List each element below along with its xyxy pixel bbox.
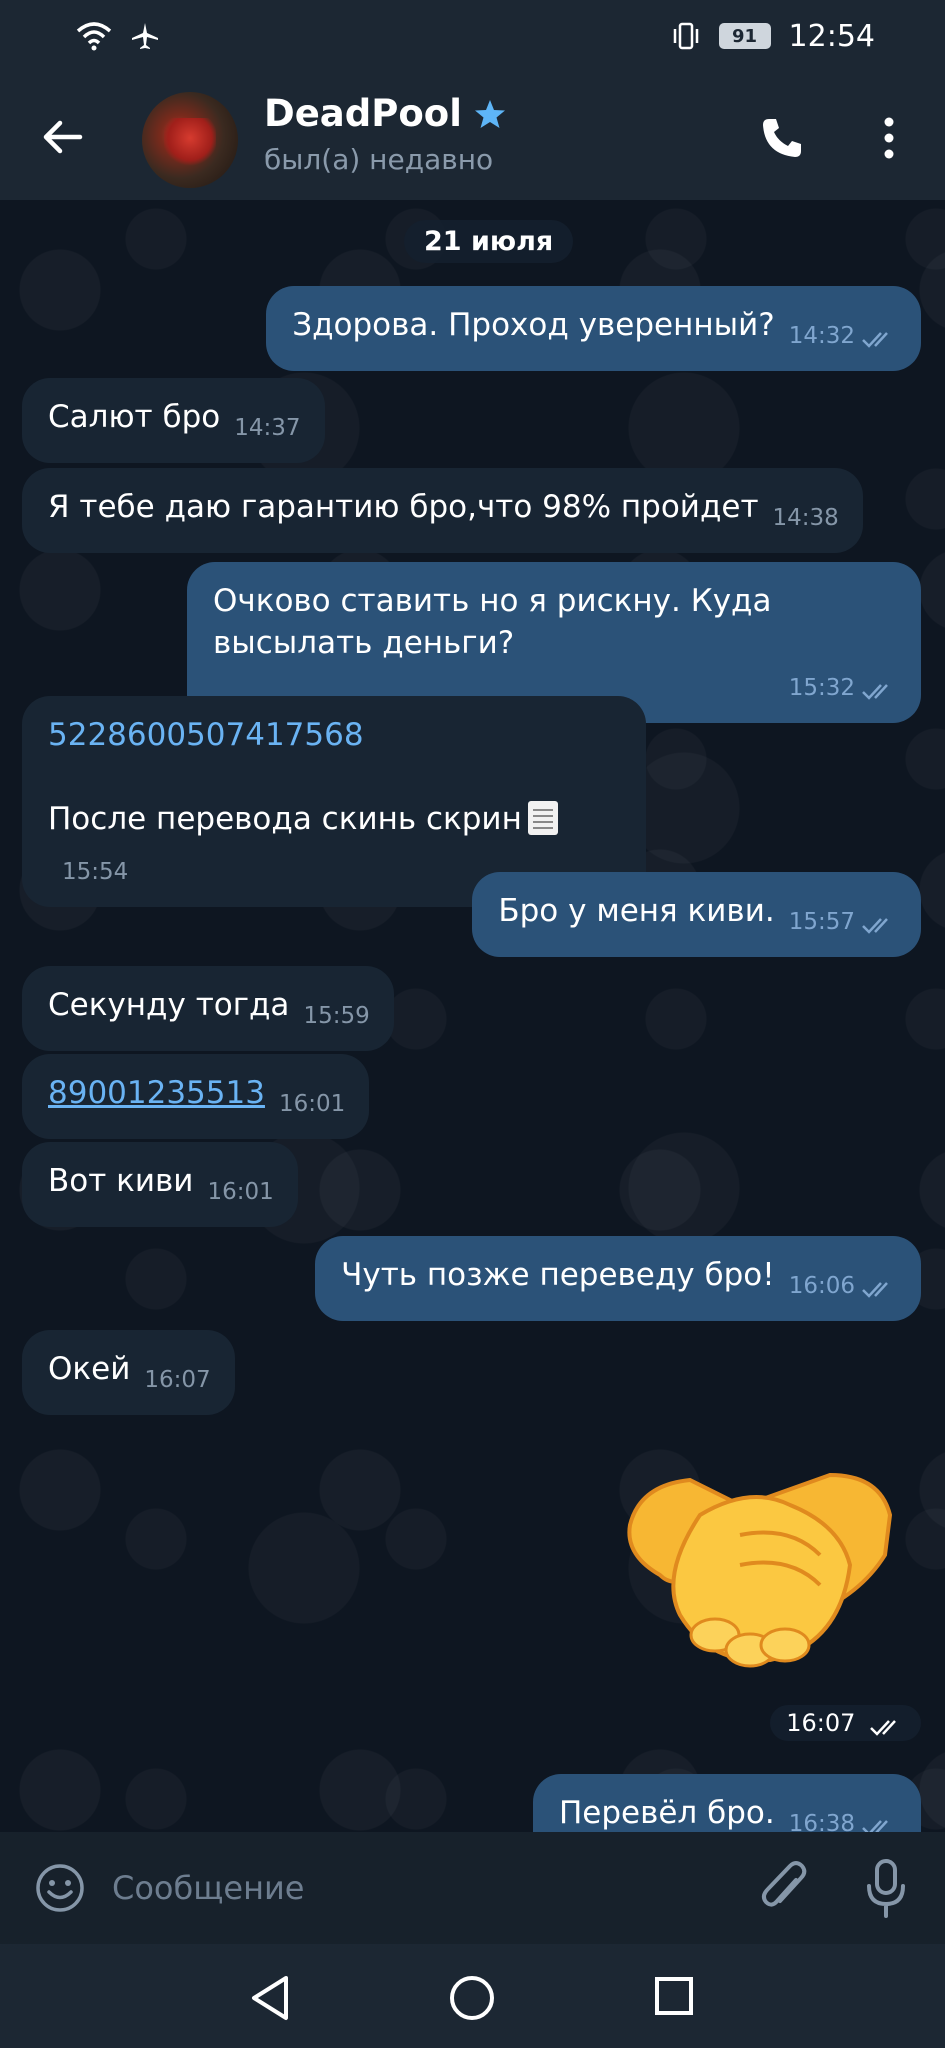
message-time: 14:38 (772, 505, 839, 531)
message-time: 16:07 (144, 1367, 211, 1393)
message-time: 16:07 (786, 1709, 856, 1737)
message-time: 14:37 (234, 415, 301, 441)
sticker-time: 16:07 (770, 1705, 921, 1741)
message-time: 15:32 (788, 675, 855, 701)
message-text: Вот киви (48, 1163, 194, 1199)
message-incoming[interactable]: Вот киви 16:01 (22, 1142, 298, 1227)
message-time: 15:54 (62, 859, 129, 885)
double-check-icon (870, 1720, 896, 1736)
premium-star-icon (474, 99, 505, 128)
battery-icon: 91 (718, 23, 771, 49)
message-time: 15:57 (788, 909, 855, 935)
message-text: Секунду тогда (48, 987, 290, 1023)
message-outgoing[interactable]: Бро у меня киви. 15:57 (472, 872, 921, 957)
contact-last-seen: был(а) недавно (264, 143, 494, 176)
message-text: После перевода скинь скрин (48, 801, 522, 837)
message-text: Здорова. Проход уверенный? (292, 307, 775, 343)
message-text: Окей (48, 1351, 131, 1387)
double-check-icon (862, 1282, 888, 1298)
wifi-icon (76, 22, 112, 51)
nav-back-icon[interactable] (248, 1974, 292, 2022)
avatar[interactable] (142, 92, 238, 188)
message-incoming[interactable]: Салют бро 14:37 (22, 378, 325, 463)
message-text: Я тебе даю гарантию бро,что 98% пройдет (48, 489, 759, 525)
system-navigation-bar (0, 1944, 945, 2048)
chat-header: DeadPool был(а) недавно (0, 72, 945, 200)
message-input[interactable] (112, 1858, 732, 1918)
status-bar: 91 12:54 (0, 0, 945, 72)
receipt-emoji-icon (527, 801, 558, 835)
microphone-icon[interactable] (866, 1858, 906, 1920)
vibrate-icon (673, 22, 698, 50)
double-check-icon (862, 332, 888, 348)
contact-name: DeadPool (264, 92, 462, 135)
message-text: Очково ставить но я рискну. Куда высылат… (213, 583, 772, 661)
message-incoming[interactable]: Я тебе даю гарантию бро,что 98% пройдет 1… (22, 468, 863, 553)
message-outgoing[interactable]: Здорова. Проход уверенный? 14:32 (266, 286, 921, 371)
double-check-icon (862, 1820, 888, 1832)
message-incoming[interactable]: Окей 16:07 (22, 1330, 235, 1415)
more-vertical-icon[interactable] (874, 114, 904, 162)
message-incoming[interactable]: Секунду тогда 15:59 (22, 966, 394, 1051)
clock: 12:54 (788, 18, 875, 54)
attach-icon[interactable] (760, 1858, 810, 1918)
message-time: 16:06 (788, 1273, 855, 1299)
date-separator: 21 июля (404, 220, 574, 263)
airplane-mode-icon (132, 23, 158, 49)
nav-home-icon[interactable] (448, 1974, 496, 2022)
emoji-icon[interactable] (34, 1862, 86, 1914)
back-arrow-icon[interactable] (38, 112, 88, 162)
message-text: Бро у меня киви. (498, 893, 775, 929)
message-time: 16:38 (788, 1811, 855, 1832)
card-number-link[interactable]: 5228600507417568 (48, 714, 622, 756)
handshake-sticker[interactable] (620, 1445, 900, 1695)
chat-area[interactable]: 21 июля Здорова. Проход уверенный? 14:32 … (0, 200, 945, 1832)
nav-recent-apps-icon[interactable] (654, 1976, 694, 2016)
message-time: 14:32 (788, 323, 855, 349)
message-text: Перевёл бро. (558, 1795, 775, 1831)
message-outgoing[interactable]: Перевёл бро. 16:38 (532, 1774, 921, 1832)
contact-info[interactable]: DeadPool был(а) недавно (264, 92, 506, 176)
message-text: Салют бро (48, 399, 221, 435)
double-check-icon (862, 918, 888, 934)
message-time: 16:01 (278, 1091, 346, 1117)
phone-icon[interactable] (760, 116, 804, 160)
message-time: 15:59 (303, 1003, 370, 1029)
double-check-icon (862, 684, 888, 700)
message-composer (0, 1832, 945, 1944)
message-time: 16:01 (207, 1179, 274, 1205)
message-text: Чуть позже переведу бро! (341, 1257, 775, 1293)
message-outgoing[interactable]: Чуть позже переведу бро! 16:06 (315, 1236, 921, 1321)
message-incoming[interactable]: 89001235513 16:01 (22, 1054, 370, 1139)
phone-number-link[interactable]: 89001235513 (48, 1075, 265, 1111)
